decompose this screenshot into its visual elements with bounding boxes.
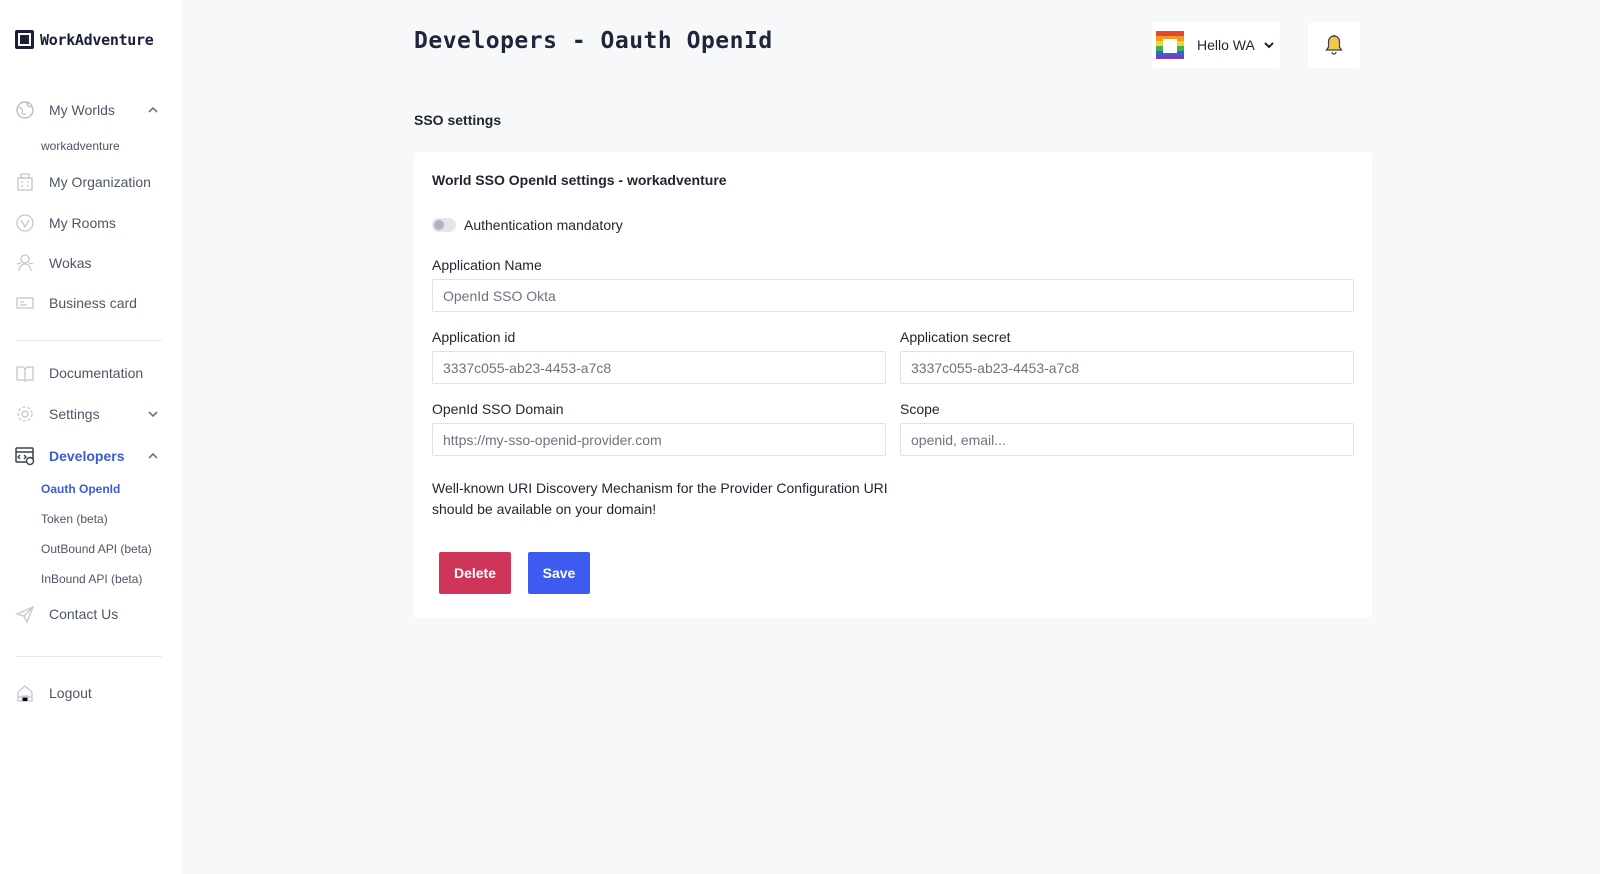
book-icon: [14, 362, 36, 384]
sidebar-item-label: Logout: [49, 685, 92, 701]
sidebar-sub-inbound-api[interactable]: InBound API (beta): [41, 572, 142, 586]
chevron-down-icon: [1264, 42, 1274, 49]
sidebar-divider: [16, 340, 162, 341]
user-name: Hello WA: [1197, 37, 1255, 53]
sidebar-sub-workadventure[interactable]: workadventure: [41, 139, 120, 153]
page-title: Developers - Oauth OpenId: [414, 28, 773, 54]
bell-icon: [1325, 35, 1343, 55]
scope-label: Scope: [900, 401, 940, 417]
app-secret-label: Application secret: [900, 329, 1011, 345]
sidebar-sub-oauth-openid[interactable]: Oauth OpenId: [41, 482, 120, 496]
sidebar-item-my-rooms[interactable]: My Rooms: [14, 210, 164, 236]
app-name-input[interactable]: [432, 279, 1354, 312]
sidebar-item-logout[interactable]: Logout: [14, 680, 164, 706]
sidebar-item-settings[interactable]: Settings: [14, 401, 164, 427]
card-title: World SSO OpenId settings - workadventur…: [432, 172, 727, 188]
developer-icon: [14, 445, 36, 467]
sidebar-item-label: Developers: [49, 448, 125, 464]
sidebar-item-label: Settings: [49, 406, 100, 422]
woka-icon: [14, 252, 36, 274]
sidebar-item-my-worlds[interactable]: My Worlds: [14, 97, 164, 123]
sidebar-item-label: Contact Us: [49, 606, 119, 622]
chevron-up-icon[interactable]: [146, 449, 160, 463]
sidebar-item-business-card[interactable]: Business card: [14, 290, 164, 316]
sidebar-item-wokas[interactable]: Wokas: [14, 250, 164, 276]
sidebar-item-my-organization[interactable]: My Organization: [14, 169, 164, 195]
sidebar-item-label: Wokas: [49, 255, 92, 271]
sidebar-sub-outbound-api[interactable]: OutBound API (beta): [41, 542, 152, 556]
sso-domain-label: OpenId SSO Domain: [432, 401, 564, 417]
logout-icon: [14, 682, 36, 704]
sidebar-item-label: My Worlds: [49, 102, 115, 118]
sidebar-item-contact-us[interactable]: Contact Us: [14, 601, 164, 627]
gear-icon: [14, 403, 36, 425]
app-secret-input[interactable]: [900, 351, 1354, 384]
app-id-input[interactable]: [432, 351, 886, 384]
card-icon: [14, 292, 36, 314]
save-button[interactable]: Save: [528, 552, 590, 594]
sidebar-item-label: My Rooms: [49, 215, 116, 231]
globe-icon: [14, 99, 36, 121]
logo-icon: [15, 30, 34, 49]
auth-mandatory-toggle[interactable]: [432, 218, 456, 232]
app-name: WorkAdventure: [40, 30, 154, 49]
auth-mandatory-label: Authentication mandatory: [464, 217, 623, 233]
notifications-button[interactable]: [1308, 22, 1360, 68]
app-name-label: Application Name: [432, 257, 542, 273]
sidebar-sub-token[interactable]: Token (beta): [41, 512, 108, 526]
app-logo[interactable]: WorkAdventure: [15, 30, 154, 49]
sso-domain-input[interactable]: [432, 423, 886, 456]
sidebar-item-documentation[interactable]: Documentation: [14, 360, 164, 386]
chevron-up-icon[interactable]: [146, 103, 160, 117]
sidebar-item-label: My Organization: [49, 174, 151, 190]
rooms-icon: [14, 212, 36, 234]
sidebar-item-developers[interactable]: Developers: [14, 443, 164, 469]
delete-button[interactable]: Delete: [439, 552, 511, 594]
sidebar-item-label: Business card: [49, 295, 137, 311]
sidebar-item-label: Documentation: [49, 365, 144, 381]
sidebar: WorkAdventure My Worlds workadventure My…: [0, 0, 182, 874]
building-icon: [14, 171, 36, 193]
scope-input[interactable]: [900, 423, 1354, 456]
section-title: SSO settings: [414, 112, 502, 128]
auth-mandatory-row: Authentication mandatory: [432, 217, 623, 233]
chevron-down-icon[interactable]: [146, 407, 160, 421]
avatar: [1156, 31, 1184, 59]
app-id-label: Application id: [432, 329, 516, 345]
sso-settings-card: World SSO OpenId settings - workadventur…: [414, 152, 1372, 618]
sidebar-divider: [16, 656, 162, 657]
paper-plane-icon: [14, 603, 36, 625]
discovery-note: Well-known URI Discovery Mechanism for t…: [432, 480, 888, 517]
user-menu[interactable]: Hello WA: [1152, 22, 1280, 68]
